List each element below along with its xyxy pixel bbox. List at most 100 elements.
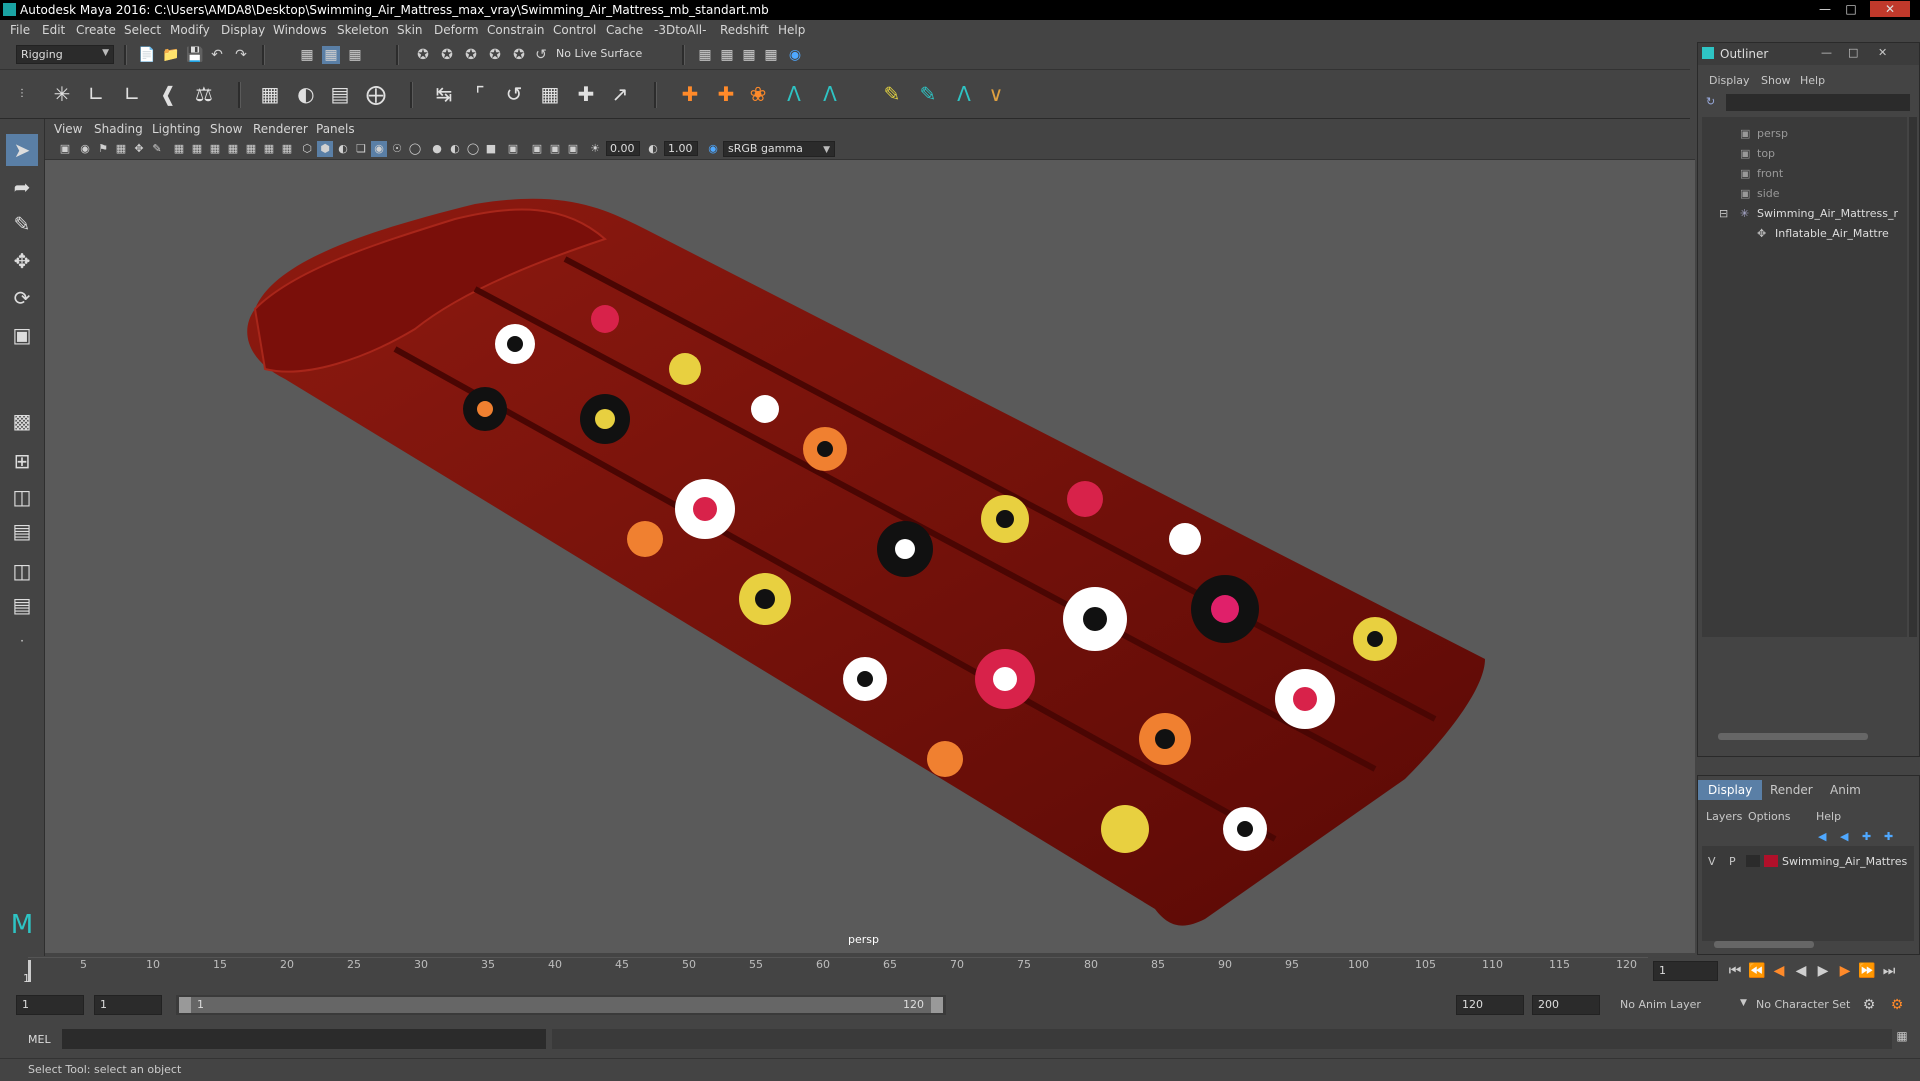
command-input[interactable] [62,1029,546,1049]
maya-tool-3-icon[interactable]: Λ [950,80,978,108]
outliner-item-front[interactable]: front [1757,167,1783,180]
time-slider[interactable]: 1 5 10 15 20 25 30 35 40 45 50 55 60 65 … [23,957,1648,986]
grease-pencil-icon[interactable]: ✎ [149,141,165,157]
key-options-icon[interactable]: ⚙ [1860,996,1878,1014]
four-view-layout-icon[interactable]: ⊞ [6,445,38,477]
exposure-field[interactable]: 0.00 [606,141,640,156]
anim-layer-dropdown[interactable]: No Anim Layer ▼ [1620,998,1747,1011]
smooth-shade-icon[interactable]: ⬢ [317,141,333,157]
select-component-icon[interactable]: ▦ [346,46,364,64]
range-slider[interactable]: 1 120 [176,995,946,1015]
maya-tool-4-icon[interactable]: ∨ [982,80,1010,108]
ipr-render-icon[interactable]: ▦ [740,46,758,64]
range-slider-bar[interactable]: 1 120 [179,997,943,1013]
pole-vector-icon[interactable]: ↗ [606,80,634,108]
layer-move-up-icon[interactable]: ◀ [1818,830,1826,843]
menu-create[interactable]: Create [76,23,116,37]
maya-tool-1-icon[interactable]: Λ [780,80,808,108]
outliner-maximize-icon[interactable]: □ [1848,46,1858,59]
outliner-hscrollbar[interactable] [1718,733,1868,740]
new-layer-icon[interactable]: ✚ [1862,830,1871,843]
render-settings-icon[interactable]: ▦ [762,46,780,64]
menuset-dropdown[interactable]: Rigging ▼ [16,45,114,64]
motion-blur-icon[interactable]: ● [429,141,445,157]
menu-skin[interactable]: Skin [397,23,423,37]
close-icon[interactable]: ✕ [1870,1,1910,17]
menu-help[interactable]: Help [778,23,805,37]
grid-icon[interactable]: ▦ [171,141,187,157]
orient-constraint-icon[interactable]: ↺ [500,80,528,108]
character-set-dropdown[interactable]: No Character Set [1756,998,1850,1011]
ik-handle-icon[interactable]: ∟ [82,80,110,108]
color-management-icon[interactable]: ◉ [705,141,721,157]
undo-icon[interactable]: ↶ [208,46,226,64]
step-forward-key-icon[interactable]: ⏩ [1858,962,1876,980]
locator-joint-icon[interactable]: ✚ [712,80,740,108]
ik-spline-icon[interactable]: ∟ [118,80,146,108]
script-editor-icon[interactable]: ▦ [1893,1029,1911,1047]
hypershade-icon[interactable]: ◉ [786,46,804,64]
animation-end-field[interactable]: 200 [1532,995,1600,1015]
more-layouts-icon[interactable]: · [6,625,38,657]
save-scene-icon[interactable]: 💾 [186,46,204,64]
step-back-frame-icon[interactable]: ◀ [1770,962,1788,980]
render-frame-icon[interactable]: ▦ [718,46,736,64]
menu-deform[interactable]: Deform [434,23,479,37]
play-forwards-icon[interactable]: ▶ [1814,962,1832,980]
scale-constraint-icon[interactable]: ▦ [536,80,564,108]
select-tool-icon[interactable]: ➤ [6,134,38,166]
anti-aliasing-icon[interactable]: ◐ [447,141,463,157]
menu-file[interactable]: File [10,23,30,37]
safe-action-icon[interactable]: ▦ [261,141,277,157]
collapse-icon[interactable]: ⊟ [1719,207,1728,220]
menu-constrain[interactable]: Constrain [487,23,545,37]
outliner-item-side[interactable]: side [1757,187,1780,200]
menu-modify[interactable]: Modify [170,23,210,37]
menu-skeleton[interactable]: Skeleton [337,23,389,37]
vp-menu-renderer[interactable]: Renderer [253,122,308,136]
step-forward-frame-icon[interactable]: ▶ [1836,962,1854,980]
play-backwards-icon[interactable]: ◀ [1792,962,1810,980]
image-plane-icon[interactable]: ▦ [113,141,129,157]
wireframe-on-shaded-icon[interactable]: ◐ [335,141,351,157]
camera-attributes-icon[interactable]: ◉ [77,141,93,157]
point-constraint-icon[interactable]: ⌜ [466,80,494,108]
outliner-menu-help[interactable]: Help [1800,74,1825,87]
lattice-icon[interactable]: ▤ [326,80,354,108]
layer-move-down-icon[interactable]: ◀ [1840,830,1848,843]
snap-curve-icon[interactable]: ✪ [438,46,456,64]
range-end-handle[interactable] [931,997,943,1013]
menu-3dtoall[interactable]: -3DtoAll- [654,23,706,37]
xray-components-icon[interactable]: ▣ [547,141,563,157]
current-frame-field[interactable]: 1 [1653,961,1718,981]
menu-redshift[interactable]: Redshift [720,23,769,37]
layer-hscrollbar[interactable] [1714,941,1814,948]
bind-skin-icon[interactable]: ▦ [256,80,284,108]
vp-menu-view[interactable]: View [54,122,82,136]
scale-tool-icon[interactable]: ▣ [6,319,38,351]
new-scene-icon[interactable]: 📄 [138,46,156,64]
xray-joints-icon[interactable]: ▣ [529,141,545,157]
color-space-dropdown[interactable]: sRGB gamma ▼ [723,141,835,157]
open-scene-icon[interactable]: 📁 [162,46,180,64]
range-start-handle[interactable] [179,997,191,1013]
new-layer-selected-icon[interactable]: ✚ [1884,830,1893,843]
redo-icon[interactable]: ↷ [232,46,250,64]
menu-control[interactable]: Control [553,23,596,37]
layer-name[interactable]: Swimming_Air_Mattres [1782,855,1907,868]
vp-menu-shading[interactable]: Shading [94,122,143,136]
single-perspective-layout-icon[interactable]: ▩ [6,405,38,437]
maya-tool-2-icon[interactable]: Λ [816,80,844,108]
humanik-icon[interactable]: ⚖ [190,80,218,108]
gamma-field[interactable]: 1.00 [664,141,698,156]
outliner-menu-show[interactable]: Show [1761,74,1791,87]
select-hierarchy-icon[interactable]: ▦ [298,46,316,64]
bookmark-icon[interactable]: ⚑ [95,141,111,157]
tab-display[interactable]: Display [1698,780,1763,800]
layer-menu-options[interactable]: Options [1748,810,1790,823]
isolate-icon[interactable]: ▣ [565,141,581,157]
sculpt-icon[interactable]: ✎ [914,80,942,108]
outliner-item-mesh[interactable]: Inflatable_Air_Mattre [1775,227,1889,240]
snap-grid-icon[interactable]: ✪ [414,46,432,64]
step-back-key-icon[interactable]: ⏪ [1748,962,1766,980]
